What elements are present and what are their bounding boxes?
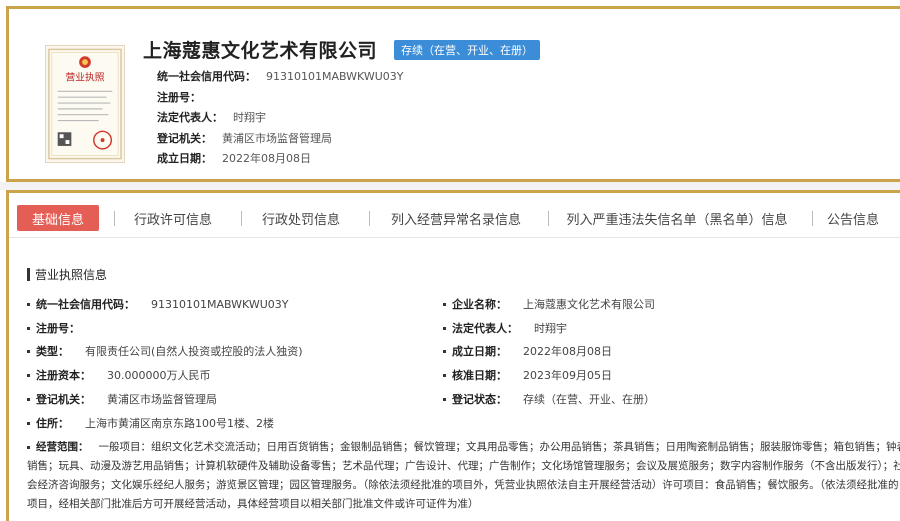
- field-label: 登记状态：: [452, 393, 507, 406]
- tab-announcements[interactable]: 公告信息: [827, 205, 900, 231]
- bullet: [443, 326, 446, 330]
- tab-divider: [369, 211, 370, 226]
- field-label: 住所：: [36, 417, 69, 430]
- field-company-type: 类型： 有限责任公司(自然人投资或控股的法人独资): [27, 343, 303, 359]
- field-label: 注册资本：: [36, 369, 91, 382]
- summary-row-authority: 登记机关： 黄浦区市场监督管理局: [157, 128, 404, 149]
- field-established-date: 成立日期： 2022年08月08日: [443, 343, 612, 359]
- field-value: 黄浦区市场监督管理局: [107, 393, 217, 406]
- section-spacer: [0, 182, 900, 190]
- bullet: [27, 397, 30, 401]
- field-label: 企业名称：: [452, 298, 507, 311]
- field-value: 有限责任公司(自然人投资或控股的法人独资): [85, 345, 303, 358]
- summary-info-list: 统一社会信用代码： 91310101MABWKWU03Y 注册号： 法定代表人：…: [157, 66, 404, 169]
- field-label: 核准日期：: [452, 369, 507, 382]
- bullet: [27, 445, 30, 449]
- field-credit-code: 统一社会信用代码： 91310101MABWKWU03Y: [27, 296, 289, 312]
- field-legal-rep: 法定代表人： 时翔宇: [443, 320, 567, 336]
- summary-label: 成立日期：: [157, 152, 212, 166]
- field-reg-number: 注册号：: [27, 320, 96, 336]
- field-reg-authority: 登记机关： 黄浦区市场监督管理局: [27, 391, 217, 407]
- field-approval-date: 核准日期： 2023年09月05日: [443, 367, 612, 383]
- bullet: [27, 326, 30, 330]
- field-value: 2023年09月05日: [523, 369, 612, 382]
- field-value: 上海蔻惠文化艺术有限公司: [523, 298, 655, 311]
- field-address: 住所： 上海市黄浦区南京东路100号1楼、2楼: [27, 415, 274, 431]
- tab-basic-info[interactable]: 基础信息: [17, 205, 99, 231]
- summary-row-established: 成立日期： 2022年08月08日: [157, 148, 404, 169]
- summary-value: 黄浦区市场监督管理局: [222, 131, 332, 145]
- bullet: [443, 302, 446, 306]
- field-value: 2022年08月08日: [523, 345, 612, 358]
- summary-row-reg-number: 注册号：: [157, 87, 404, 108]
- summary-row-legal-rep: 法定代表人： 时翔宇: [157, 107, 404, 128]
- bullet: [27, 302, 30, 306]
- info-tabs: 基础信息 行政许可信息 行政处罚信息 列入经营异常名录信息 列入严重违法失信名单…: [9, 205, 900, 235]
- scope-label: 经营范围：: [36, 441, 89, 453]
- field-label: 统一社会信用代码：: [36, 298, 135, 311]
- company-name: 上海蔻惠文化艺术有限公司: [143, 40, 378, 62]
- field-value: 30.000000万人民币: [107, 369, 211, 382]
- field-label: 类型：: [36, 345, 69, 358]
- scope-text: 一般项目：组织文化艺术交流活动；日用百货销售；金银制品销售；餐饮管理；文具用品零…: [27, 441, 900, 510]
- field-value: 91310101MABWKWU03Y: [151, 297, 289, 311]
- license-image-title: 营业执照: [66, 71, 105, 84]
- company-summary-card: 营业执照 上海蔻惠文化艺术有限公司 存续（在营、开业、在册） 统一社会信用代码：…: [6, 6, 900, 182]
- tab-admin-penalty[interactable]: 行政处罚信息: [249, 205, 353, 231]
- summary-label: 登记机关：: [157, 131, 212, 145]
- tab-divider: [114, 211, 115, 226]
- field-value: 上海市黄浦区南京东路100号1楼、2楼: [85, 417, 274, 430]
- bullet: [27, 421, 30, 425]
- field-reg-status: 登记状态： 存续（在营、开业、在册）: [443, 391, 655, 407]
- field-label: 注册号：: [36, 322, 80, 335]
- field-registered-capital: 注册资本： 30.000000万人民币: [27, 367, 211, 383]
- bullet: [443, 373, 446, 377]
- field-label: 登记机关：: [36, 393, 91, 406]
- field-label: 法定代表人：: [452, 322, 518, 335]
- summary-label: 法定代表人：: [157, 111, 223, 125]
- summary-label: 统一社会信用代码：: [157, 70, 256, 84]
- tab-divider: [241, 211, 242, 226]
- summary-value: 91310101MABWKWU03Y: [266, 69, 404, 83]
- bullet: [443, 349, 446, 353]
- tab-abnormal-operation[interactable]: 列入经营异常名录信息: [377, 205, 535, 231]
- summary-value: 时翔宇: [233, 111, 266, 125]
- summary-label: 注册号：: [157, 90, 201, 104]
- section-marker: [27, 268, 30, 281]
- bullet: [27, 373, 30, 377]
- business-scope: 经营范围： 一般项目：组织文化艺术交流活动；日用百货销售；金银制品销售；餐饮管理；…: [27, 438, 900, 514]
- business-license-image: 营业执照: [48, 48, 122, 160]
- summary-value: 2022年08月08日: [222, 152, 311, 166]
- field-label: 成立日期：: [452, 345, 507, 358]
- tab-admin-license[interactable]: 行政许可信息: [121, 205, 225, 231]
- summary-row-credit-code: 统一社会信用代码： 91310101MABWKWU03Y: [157, 66, 404, 87]
- tab-divider: [812, 211, 813, 226]
- field-value: 时翔宇: [534, 322, 567, 335]
- bullet: [443, 397, 446, 401]
- field-company-name: 企业名称： 上海蔻惠文化艺术有限公司: [443, 296, 655, 312]
- business-license-thumbnail[interactable]: 营业执照: [45, 45, 125, 163]
- status-badge: 存续（在营、开业、在册）: [394, 40, 540, 60]
- bullet: [27, 349, 30, 353]
- tab-blacklist[interactable]: 列入严重违法失信名单（黑名单）信息: [557, 205, 797, 231]
- tab-divider: [548, 211, 549, 226]
- company-detail-card: 基础信息 行政许可信息 行政处罚信息 列入经营异常名录信息 列入严重违法失信名单…: [6, 190, 900, 521]
- field-value: 存续（在营、开业、在册）: [523, 393, 655, 406]
- section-title: 营业执照信息: [35, 268, 108, 282]
- tabs-divider-line: [9, 237, 900, 238]
- section-header: 营业执照信息: [27, 266, 107, 283]
